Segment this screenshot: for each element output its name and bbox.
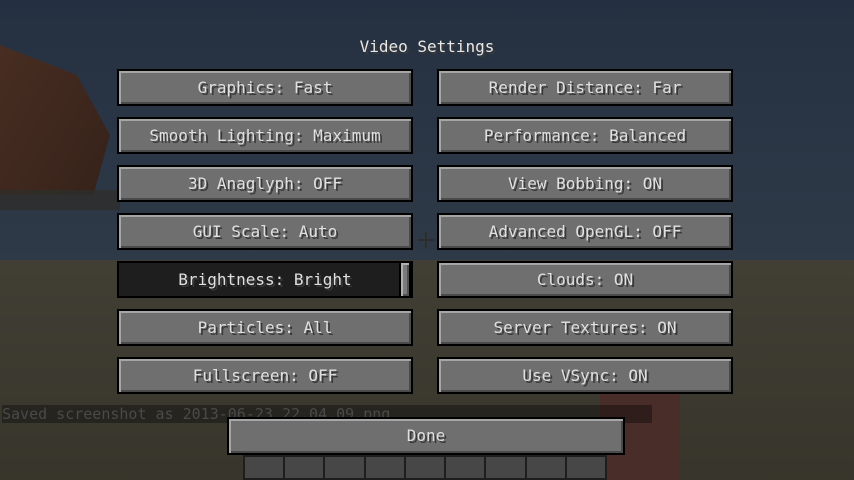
- hotbar-slot: [526, 457, 567, 478]
- hotbar-slot: [325, 457, 366, 478]
- hotbar-slot: [405, 457, 447, 478]
- hotbar-slot: [365, 457, 406, 478]
- render-distance-button[interactable]: Render Distance: Far: [437, 69, 733, 106]
- performance-button[interactable]: Performance: Balanced: [437, 117, 733, 154]
- hotbar: [243, 455, 607, 480]
- server-textures-button[interactable]: Server Textures: ON: [437, 309, 733, 346]
- fullscreen-button[interactable]: Fullscreen: OFF: [117, 357, 413, 394]
- graphics-button[interactable]: Graphics: Fast: [117, 69, 413, 106]
- brightness-slider-label: Brightness: Bright: [178, 270, 352, 289]
- brightness-slider[interactable]: Brightness: Bright: [117, 261, 413, 298]
- vsync-button[interactable]: Use VSync: ON: [437, 357, 733, 394]
- particles-button[interactable]: Particles: All: [117, 309, 413, 346]
- advanced-opengl-button[interactable]: Advanced OpenGL: OFF: [437, 213, 733, 250]
- crosshair-icon: [418, 232, 434, 248]
- done-button[interactable]: Done: [227, 417, 625, 455]
- hotbar-slot: [245, 457, 286, 478]
- hotbar-slot: [285, 457, 326, 478]
- hotbar-slot: [486, 457, 527, 478]
- brightness-slider-handle[interactable]: [399, 263, 411, 296]
- clouds-button[interactable]: Clouds: ON: [437, 261, 733, 298]
- hotbar-slot: [446, 457, 487, 478]
- hotbar-slot: [566, 457, 605, 478]
- smooth-lighting-button[interactable]: Smooth Lighting: Maximum: [117, 117, 413, 154]
- gui-scale-button[interactable]: GUI Scale: Auto: [117, 213, 413, 250]
- anaglyph-button[interactable]: 3D Anaglyph: OFF: [117, 165, 413, 202]
- page-title: Video Settings: [359, 37, 495, 56]
- view-bobbing-button[interactable]: View Bobbing: ON: [437, 165, 733, 202]
